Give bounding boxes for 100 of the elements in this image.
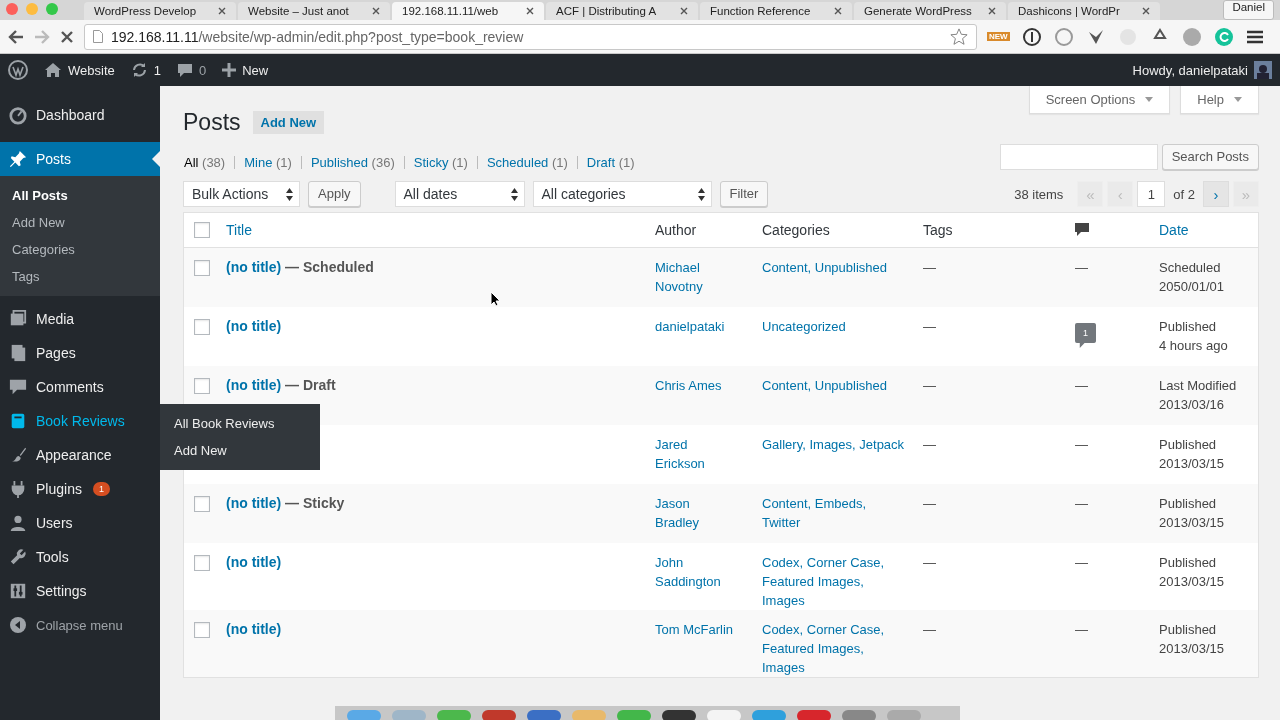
- checkbox[interactable]: [194, 378, 210, 394]
- close-icon[interactable]: [834, 7, 842, 15]
- screen-meta-tab[interactable]: Screen Options: [1028, 86, 1171, 114]
- close-icon[interactable]: [218, 7, 226, 15]
- count-badge: 1: [92, 482, 110, 496]
- collapse-menu-button[interactable]: Collapse menu: [0, 608, 160, 642]
- view-filter-link[interactable]: Scheduled (1): [476, 156, 577, 169]
- menu-item[interactable]: Users: [0, 506, 160, 540]
- greeting-link[interactable]: Howdy, danielpataki: [1132, 62, 1248, 78]
- author-link[interactable]: danielpataki: [655, 317, 735, 336]
- apply-button[interactable]: Apply: [308, 181, 361, 207]
- post-title: (no title) — Draft: [226, 377, 336, 393]
- post-date: Last Modified 2013/03/16: [1159, 378, 1237, 412]
- avatar-icon[interactable]: [1254, 61, 1272, 79]
- categories-list[interactable]: Uncategorized: [762, 317, 907, 336]
- updates-link[interactable]: 1: [130, 62, 161, 78]
- forward-icon[interactable]: [34, 29, 50, 44]
- filter-button[interactable]: Filter: [719, 181, 769, 207]
- categories-list[interactable]: Content, Unpublished: [762, 376, 907, 395]
- browser-tab[interactable]: ACF | Distributing A: [546, 2, 698, 20]
- comment-icon: [176, 62, 193, 78]
- view-filter-link[interactable]: Draft (1): [576, 156, 644, 169]
- submenu-item[interactable]: All Posts: [0, 182, 160, 209]
- browser-tab[interactable]: WordPress Develop: [84, 2, 236, 20]
- menu-icon[interactable]: [1245, 28, 1264, 45]
- view-filter-link[interactable]: Mine (1): [234, 156, 301, 169]
- categories-list[interactable]: Content, Embeds, Twitter: [762, 494, 907, 532]
- profile-button[interactable]: Daniel: [1223, 0, 1274, 20]
- menu-item[interactable]: Plugins 1: [0, 472, 160, 506]
- current-page-field[interactable]: 1: [1137, 181, 1166, 207]
- new-link[interactable]: New: [222, 62, 269, 78]
- back-icon[interactable]: [8, 29, 24, 44]
- menu-item[interactable]: Appearance: [0, 438, 160, 472]
- checkbox[interactable]: [194, 319, 210, 335]
- author-link[interactable]: John Saddington: [655, 553, 735, 591]
- author-link[interactable]: Michael Novotny: [655, 258, 735, 296]
- menu-item[interactable]: Dashboard: [0, 98, 160, 132]
- comment-count: —: [1075, 622, 1088, 637]
- pin-icon: [9, 149, 27, 169]
- stop-icon[interactable]: [60, 29, 74, 44]
- comments-link[interactable]: 0: [176, 62, 207, 78]
- extension-icon[interactable]: [1021, 26, 1042, 47]
- column-header[interactable]: Date: [1159, 222, 1189, 238]
- url-text: 192.168.11.11/website/wp-admin/edit.php?post_type=book_review: [111, 28, 525, 45]
- menu-item[interactable]: Pages: [0, 336, 160, 370]
- search-field[interactable]: [999, 144, 1158, 170]
- categories-list[interactable]: Gallery, Images, Jetpack: [762, 435, 907, 454]
- category-filter-select[interactable]: All categories: [532, 181, 712, 207]
- author-link[interactable]: Jason Bradley: [655, 494, 735, 532]
- add-new-button[interactable]: Add New: [252, 110, 325, 134]
- categories-list[interactable]: Codex, Corner Case, Featured Images, Images: [762, 553, 907, 610]
- star-icon[interactable]: [950, 27, 968, 46]
- author-link[interactable]: Jared Erickson: [655, 435, 735, 473]
- window-close-button[interactable]: [6, 3, 18, 15]
- categories-list[interactable]: Codex, Corner Case, Featured Images, Images: [762, 620, 907, 677]
- page-total: of 2: [1172, 186, 1196, 202]
- flyout-item[interactable]: All Book Reviews: [160, 410, 320, 437]
- checkbox[interactable]: [194, 260, 210, 276]
- close-icon[interactable]: [526, 7, 534, 15]
- checkbox[interactable]: [194, 221, 210, 238]
- menu-item[interactable]: Book Reviews: [0, 404, 160, 438]
- categories-list[interactable]: Content, Unpublished: [762, 258, 907, 277]
- author-link[interactable]: Tom McFarlin: [655, 620, 735, 639]
- submenu-item[interactable]: Add New: [0, 209, 160, 236]
- view-filter-link[interactable]: All (38): [183, 156, 235, 169]
- menu-item[interactable]: Settings: [0, 574, 160, 608]
- author-link[interactable]: Chris Ames: [655, 376, 735, 395]
- screen-meta-tab[interactable]: Help: [1180, 86, 1259, 114]
- submenu-item[interactable]: Tags: [0, 263, 160, 290]
- submenu-item[interactable]: Categories: [0, 236, 160, 263]
- checkbox[interactable]: [194, 622, 210, 638]
- view-filter-link[interactable]: Sticky (1): [403, 156, 477, 169]
- close-icon[interactable]: [680, 7, 688, 15]
- view-filter-link[interactable]: Published (36): [300, 156, 404, 169]
- logo-icon[interactable]: [8, 60, 28, 80]
- column-header[interactable]: Title: [226, 222, 252, 238]
- pagination-button[interactable]: ›: [1203, 181, 1229, 207]
- flyout-item[interactable]: Add New: [160, 437, 320, 464]
- address-bar[interactable]: 192.168.11.11/website/wp-admin/edit.php?post_type=book_review: [84, 23, 977, 50]
- close-icon[interactable]: [372, 7, 380, 15]
- comment-count: —: [1075, 496, 1088, 511]
- menu-item[interactable]: Tools: [0, 540, 160, 574]
- search-button[interactable]: Search Posts: [1161, 144, 1259, 170]
- browser-tab[interactable]: Dashicons | WordPr: [1008, 2, 1160, 20]
- date-filter-select[interactable]: All dates: [394, 181, 525, 207]
- menu-item[interactable]: Media: [0, 302, 160, 336]
- browser-tab[interactable]: Website – Just anot: [238, 2, 390, 20]
- browser-tab[interactable]: 192.168.11.11/web: [392, 2, 544, 20]
- bulk-actions-select[interactable]: Bulk Actions: [183, 181, 300, 207]
- browser-tab[interactable]: Generate WordPress: [854, 2, 1006, 20]
- close-icon[interactable]: [988, 7, 996, 15]
- refresh-icon: [130, 62, 148, 78]
- comment-count-bubble[interactable]: 1: [1075, 323, 1096, 348]
- browser-tab[interactable]: Function Reference: [700, 2, 852, 20]
- checkbox[interactable]: [194, 555, 210, 571]
- menu-item[interactable]: Comments: [0, 370, 160, 404]
- site-link[interactable]: Website: [44, 62, 115, 78]
- checkbox[interactable]: [194, 496, 210, 512]
- close-icon[interactable]: [1142, 7, 1150, 15]
- menu-item[interactable]: Posts: [0, 142, 160, 176]
